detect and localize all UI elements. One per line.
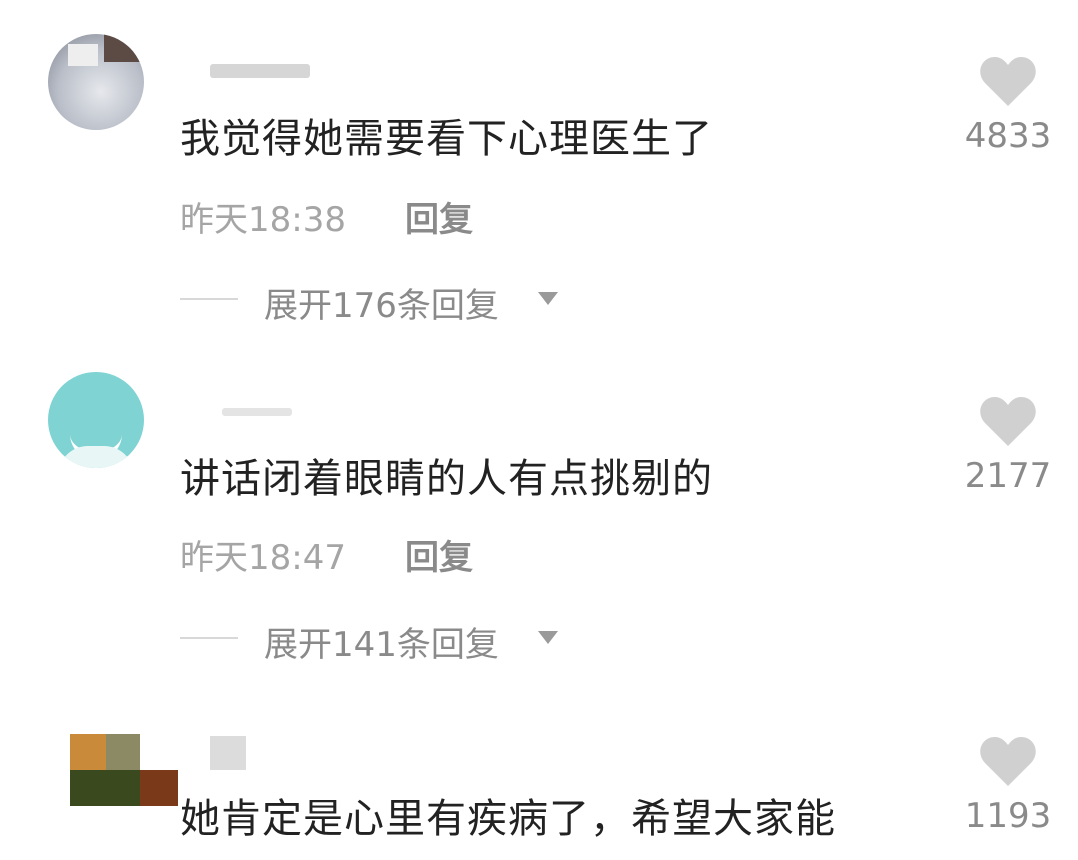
expand-replies-label: 展开141条回复 [264,625,499,665]
like-button[interactable]: 4833 [958,56,1058,156]
heart-icon [980,57,1036,106]
username-blurred[interactable] [210,736,246,770]
divider [180,298,238,300]
reply-button[interactable]: 回复 [405,530,473,579]
heart-icon [980,737,1036,786]
expand-replies-label: 展开176条回复 [264,286,499,326]
like-button[interactable]: 1193 [958,736,1058,836]
comment-time: 昨天18:47 [180,538,346,578]
comment-text: 我觉得她需要看下心理医生了 [180,116,713,162]
like-button[interactable]: 2177 [958,396,1058,496]
username-blurred[interactable] [222,408,292,416]
expand-replies-button[interactable]: 展开141条回复 [180,617,580,665]
caret-down-icon [538,292,558,305]
reply-button[interactable]: 回复 [405,192,473,241]
avatar[interactable] [70,734,178,806]
caret-down-icon [538,631,558,644]
comment-text: 她肯定是心里有疾病了，希望大家能 [180,796,836,842]
divider [180,637,238,639]
comment-time: 昨天18:38 [180,200,346,240]
username-blurred[interactable] [210,64,310,78]
like-count: 4833 [964,116,1052,156]
avatar[interactable] [48,372,144,468]
like-count: 1193 [964,796,1052,836]
expand-replies-button[interactable]: 展开176条回复 [180,278,580,326]
comment-text: 讲话闭着眼睛的人有点挑剔的 [180,456,713,502]
heart-icon [980,397,1036,446]
like-count: 2177 [964,456,1052,496]
avatar[interactable] [48,34,144,130]
